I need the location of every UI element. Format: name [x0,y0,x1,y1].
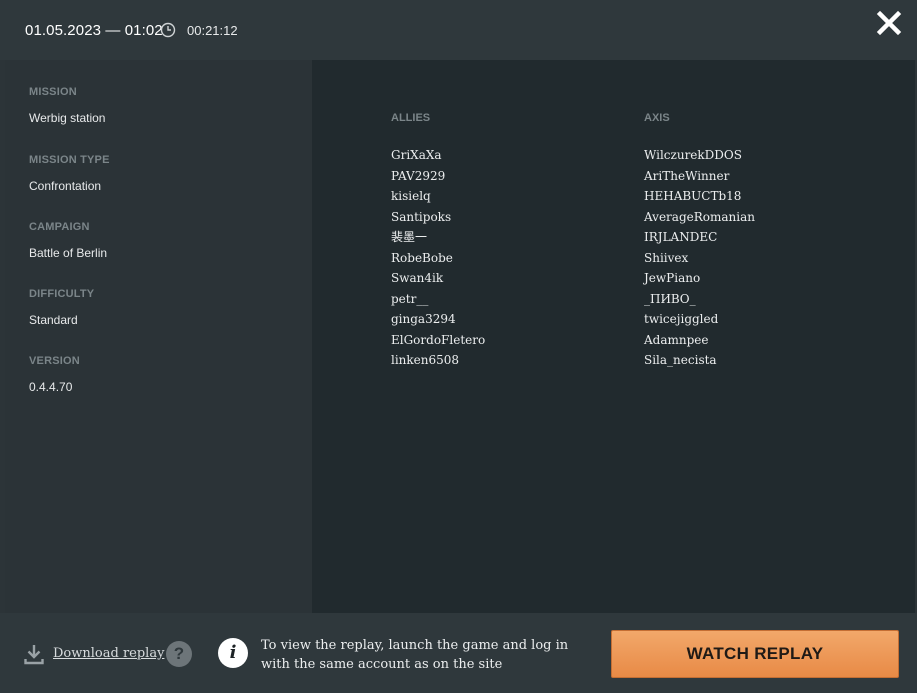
close-icon[interactable] [874,8,904,38]
player-name: GriXaXa [391,148,442,162]
player-name: HEHABUCTb18 [644,189,742,203]
player-name: AriTheWinner [644,168,730,183]
campaign-value: Battle of Berlin [29,246,108,260]
player-name: linken6508 [391,353,460,367]
watch-replay-button[interactable]: WATCH REPLAY [611,630,899,678]
allies-header: ALLIES [391,112,431,124]
match-duration: 00:21:12 [187,23,238,38]
player-name: AverageRomanian [644,209,755,224]
player-name: PAV2929 [391,168,446,183]
axis-list: WilczurekDDOS AriTheWinner HEHABUCTb18 A… [644,145,755,371]
player-name: Sila_necista [644,353,717,367]
allies-list: GriXaXa PAV2929 kisielq Santipoks 裴墨一 Ro… [391,145,485,371]
help-icon[interactable]: ? [166,641,192,667]
player-name: IRJLANDEC [644,230,718,244]
clock-icon [160,22,176,38]
player-name: ElGordoFletero [391,332,486,347]
player-name: 裴墨一 [391,230,428,244]
teams-panel: ALLIES GriXaXa PAV2929 kisielq Santipoks… [312,60,915,613]
version-value: 0.4.4.70 [29,380,73,394]
player-name: Swan4ik [391,271,444,285]
mission-label: MISSION [29,86,77,98]
mission-value: Werbig station [29,111,106,125]
difficulty-label: DIFFICULTY [29,288,95,300]
player-name: kisielq [391,189,431,203]
difficulty-value: Standard [29,313,78,327]
player-name: petr__ [391,291,429,306]
version-label: VERSION [29,355,80,367]
header-bar: 01.05.2023 — 01:02 00:21:12 [0,0,917,60]
info-icon: i [218,638,248,668]
axis-header: AXIS [644,112,670,124]
mission-type-label: MISSION TYPE [29,154,110,166]
player-name: ginga3294 [391,312,456,326]
player-name: _ПИВО_ [644,291,696,306]
mission-type-value: Confrontation [29,179,102,193]
player-name: WilczurekDDOS [644,148,742,162]
campaign-label: CAMPAIGN [29,221,90,233]
player-name: Santipoks [391,209,452,224]
player-name: Shiivex [644,250,689,265]
match-date: 01.05.2023 — 01:02 [25,22,163,39]
download-icon[interactable] [24,643,44,665]
player-name: twicejiggled [644,312,719,326]
footer-bar: Download replay ? i To view the replay, … [0,613,917,693]
player-name: RobeBobe [391,250,453,265]
player-name: Adamnpee [644,332,709,347]
match-details-panel: MISSION Werbig station MISSION TYPE Conf… [5,60,312,613]
download-replay-link[interactable]: Download replay [53,646,164,661]
replay-instructions: To view the replay, launch the game and … [261,638,569,672]
player-name: JewPiano [644,271,701,285]
